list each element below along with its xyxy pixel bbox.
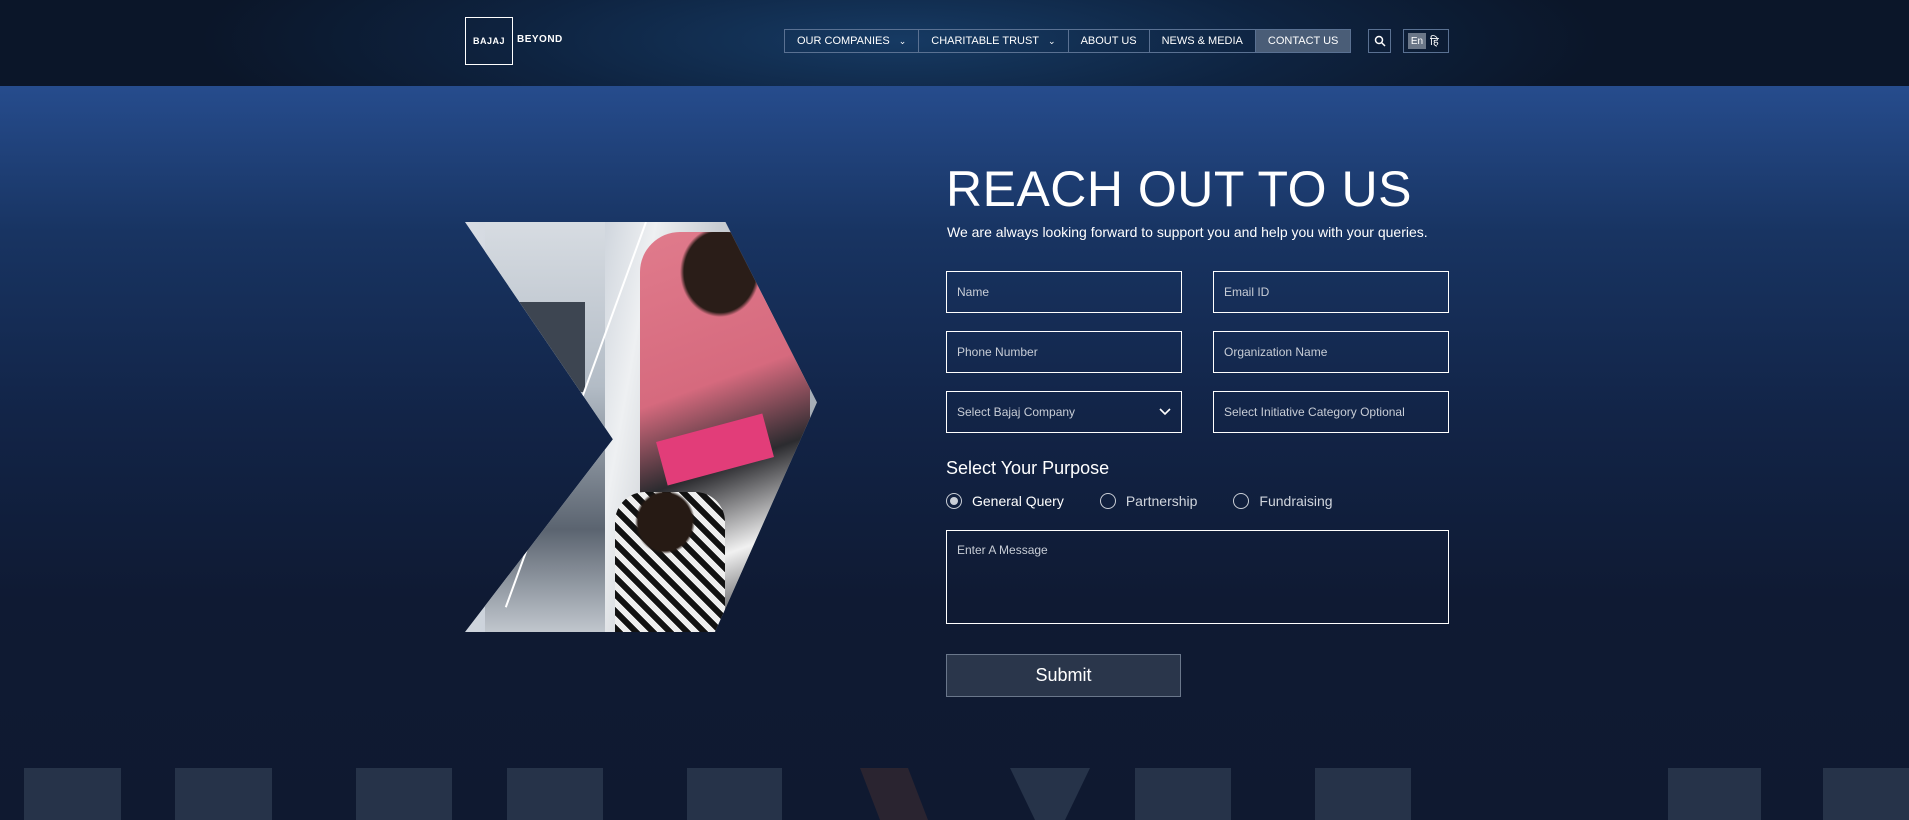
radio-label: Partnership — [1125, 493, 1198, 509]
radio-label: General Query — [972, 493, 1064, 509]
nav-contact-us[interactable]: CONTACT US — [1255, 30, 1351, 52]
lang-en-button[interactable]: En — [1408, 33, 1426, 49]
language-switcher: En हि — [1403, 29, 1449, 53]
photo-person-seated — [615, 492, 725, 632]
decorative-block — [1668, 768, 1761, 820]
nav-label: CONTACT US — [1267, 35, 1339, 47]
decorative-block — [687, 768, 782, 820]
bajaj-logo[interactable]: BAJAJ — [465, 17, 513, 65]
nav-about-us[interactable]: ABOUT US — [1069, 30, 1150, 52]
page-title: REACH OUT TO US — [946, 161, 1412, 217]
decorative-block — [507, 768, 603, 820]
phone-field[interactable] — [946, 331, 1182, 373]
decorative-block — [1823, 768, 1909, 820]
logo-beyond-text: BEYOND — [517, 34, 563, 45]
name-field[interactable] — [946, 271, 1182, 313]
main-nav: OUR COMPANIES ⌄ CHARITABLE TRUST ⌄ ABOUT… — [784, 29, 1352, 53]
decorative-block — [24, 768, 121, 820]
organization-field[interactable] — [1213, 331, 1449, 373]
nav-label: NEWS & MEDIA — [1161, 35, 1243, 47]
search-button[interactable] — [1368, 29, 1391, 53]
nav-charitable-trust[interactable]: CHARITABLE TRUST ⌄ — [919, 30, 1069, 52]
nav-label: CHARITABLE TRUST — [931, 35, 1040, 47]
decorative-block — [1315, 768, 1411, 820]
nav-news-media[interactable]: NEWS & MEDIA — [1150, 30, 1256, 52]
company-select-label: Select Bajaj Company — [957, 405, 1076, 419]
radio-label: Fundraising — [1259, 493, 1333, 509]
radio-button-icon — [1099, 493, 1116, 509]
nav-label: ABOUT US — [1080, 35, 1137, 47]
chevron-down-icon: ⌄ — [1048, 35, 1056, 46]
message-field[interactable] — [946, 530, 1449, 624]
nav-our-companies[interactable]: OUR COMPANIES ⌄ — [785, 30, 920, 52]
purpose-heading: Select Your Purpose — [946, 458, 1110, 478]
decorative-chevron — [860, 768, 1090, 820]
site-header: BAJAJ BEYOND OUR COMPANIES ⌄ CHARITABLE … — [0, 0, 1909, 86]
logo-text: BAJAJ — [472, 36, 505, 46]
email-field[interactable] — [1213, 271, 1449, 313]
company-select[interactable]: Select Bajaj Company — [946, 391, 1182, 433]
search-icon — [1374, 35, 1386, 47]
nav-label: OUR COMPANIES — [797, 35, 890, 47]
radio-fundraising[interactable]: Fundraising — [1233, 493, 1333, 509]
radio-partnership[interactable]: Partnership — [1099, 493, 1198, 509]
chevron-down-icon — [1159, 408, 1171, 416]
radio-general-query[interactable]: General Query — [946, 493, 1064, 509]
radio-button-icon — [946, 493, 962, 509]
page-subtitle: We are always looking forward to support… — [947, 224, 1428, 240]
purpose-radio-group: General Query Partnership Fundraising — [946, 493, 1369, 509]
decorative-block — [356, 768, 452, 820]
decorative-block — [175, 768, 272, 820]
chevron-down-icon: ⌄ — [898, 35, 907, 46]
initiative-category-field[interactable] — [1213, 391, 1449, 433]
radio-button-icon — [1233, 493, 1250, 509]
lang-hi-button[interactable]: हि — [1430, 34, 1439, 49]
submit-button[interactable]: Submit — [946, 654, 1181, 697]
decorative-block — [1135, 768, 1231, 820]
